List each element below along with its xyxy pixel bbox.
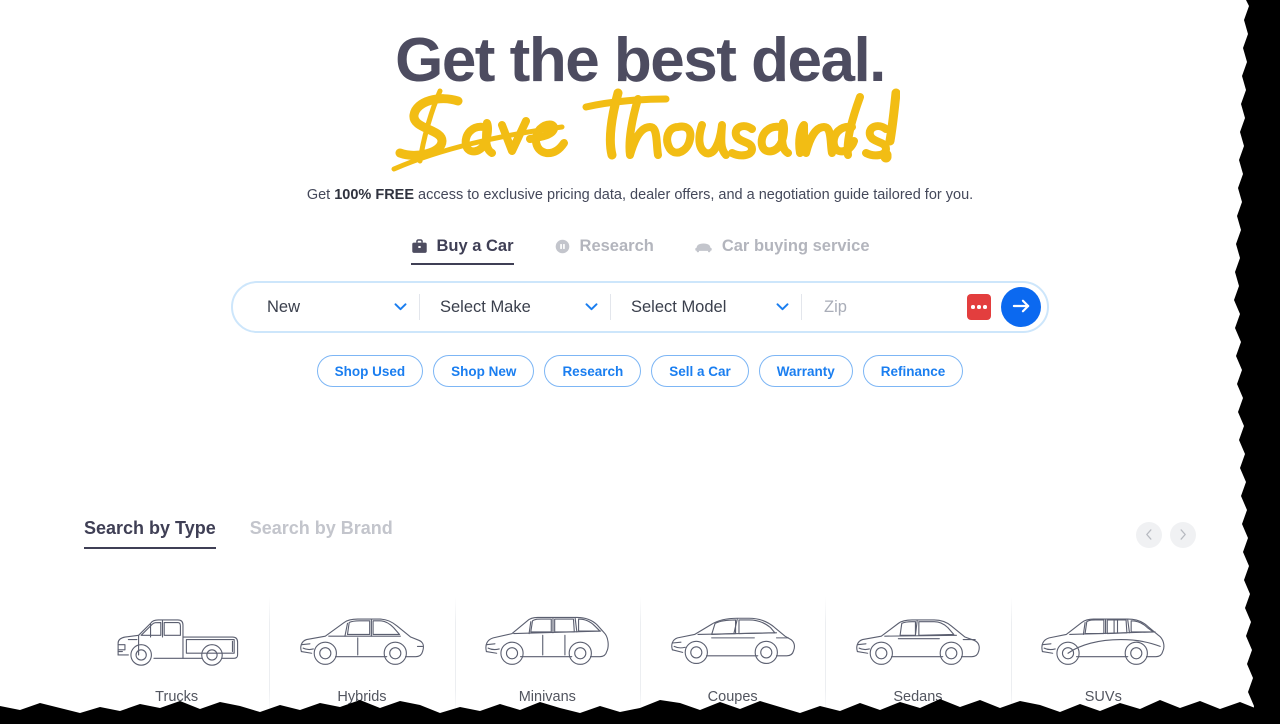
quick-link-shop-used[interactable]: Shop Used	[316, 355, 424, 388]
zip-field-wrap	[802, 283, 967, 331]
browse-section: Search by Type Search by Brand Trucks Hy…	[84, 518, 1196, 715]
password-manager-icon[interactable]	[967, 294, 991, 321]
hybrid-illustration	[269, 609, 454, 677]
search-submit-button[interactable]	[1001, 287, 1041, 328]
quick-link-shop-new[interactable]: Shop New	[433, 355, 535, 388]
tab-search-by-brand[interactable]: Search by Brand	[250, 518, 393, 549]
chevron-down-icon	[766, 303, 801, 311]
vehicle-type-cards: Trucks Hybrids Minivans Coupes Sedans SU…	[84, 597, 1196, 715]
model-value: Select Model	[631, 297, 727, 316]
card-label: SUVs	[1084, 689, 1122, 705]
dot	[977, 305, 981, 309]
save-thousands-script	[391, 88, 900, 172]
tab-buy-a-car[interactable]: Buy a Car	[410, 237, 514, 266]
script-headline	[0, 87, 1280, 179]
card-label: Minivans	[518, 689, 576, 705]
quick-link-research[interactable]: Research	[544, 355, 642, 388]
chevron-left-icon	[1145, 528, 1153, 543]
model-select[interactable]: Select Model	[611, 283, 801, 331]
carousel-prev-button[interactable]	[1136, 522, 1162, 548]
quick-link-warranty[interactable]: Warranty	[758, 355, 853, 388]
coupe-illustration	[640, 609, 825, 677]
quick-link-sell-a-car[interactable]: Sell a Car	[651, 355, 749, 388]
dot	[983, 305, 987, 309]
subtitle-highlight: 100% FREE	[334, 187, 415, 204]
subtitle-suffix: access to exclusive pricing data, dealer…	[414, 187, 974, 204]
truck-illustration	[84, 609, 269, 677]
vehicle-type-card-minivans[interactable]: Minivans	[454, 597, 640, 715]
research-circle-icon	[554, 238, 571, 255]
card-label: Sedans	[893, 689, 943, 705]
page-root: Get the best deal. Get 100% FREE access …	[0, 0, 1280, 724]
quick-links: Shop Used Shop New Research Sell a Car W…	[0, 355, 1280, 388]
vehicle-type-card-coupes[interactable]: Coupes	[639, 597, 825, 715]
condition-select[interactable]: New	[233, 283, 419, 331]
browse-header: Search by Type Search by Brand	[84, 518, 1196, 549]
vehicle-search-bar: New Select Make Select Model	[231, 281, 1049, 334]
hero-tabs: Buy a Car Research Car buying service	[0, 237, 1280, 266]
browse-tabs: Search by Type Search by Brand	[84, 518, 393, 549]
hero-subtitle: Get 100% FREE access to exclusive pricin…	[0, 187, 1280, 203]
vehicle-type-card-suvs[interactable]: SUVs	[1010, 597, 1196, 715]
card-label: Coupes	[707, 689, 758, 705]
carousel-next-button[interactable]	[1170, 522, 1196, 548]
zip-input[interactable]	[822, 296, 967, 318]
tab-label: Buy a Car	[436, 237, 514, 256]
chevron-down-icon	[384, 303, 419, 311]
vehicle-type-card-sedans[interactable]: Sedans	[825, 597, 1010, 715]
chevron-down-icon	[575, 303, 610, 311]
make-value: Select Make	[440, 297, 531, 316]
tab-research[interactable]: Research	[554, 237, 654, 265]
subtitle-prefix: Get	[306, 187, 335, 204]
condition-value: New	[267, 297, 301, 316]
suv-illustration	[1011, 609, 1196, 677]
arrow-right-icon	[1012, 298, 1031, 317]
tab-search-by-type[interactable]: Search by Type	[84, 518, 216, 549]
tab-label: Car buying service	[721, 237, 870, 256]
vehicle-type-card-hybrids[interactable]: Hybrids	[269, 597, 454, 715]
tab-label: Research	[579, 237, 654, 256]
minivan-illustration	[455, 609, 640, 677]
hero-section: Get the best deal. Get 100% FREE access …	[0, 0, 1280, 203]
carousel-nav	[1136, 518, 1196, 548]
card-label: Trucks	[155, 689, 199, 705]
sedan-illustration	[825, 609, 1010, 677]
vehicle-type-card-trucks[interactable]: Trucks	[84, 603, 269, 705]
make-select[interactable]: Select Make	[420, 283, 610, 331]
tab-car-buying-service[interactable]: Car buying service	[694, 237, 870, 265]
card-label: Hybrids	[337, 689, 387, 705]
chevron-right-icon	[1179, 528, 1187, 543]
quick-link-refinance[interactable]: Refinance	[862, 355, 964, 388]
car-service-icon	[694, 238, 713, 255]
page-headline: Get the best deal.	[395, 26, 886, 95]
dot	[971, 305, 975, 309]
briefcase-icon	[411, 238, 428, 255]
